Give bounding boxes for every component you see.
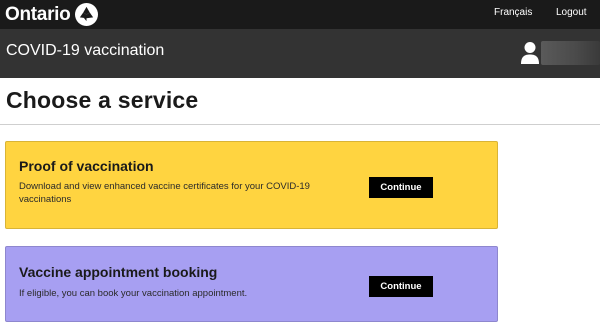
- brand-name: Ontario: [5, 3, 71, 25]
- app-header: COVID-19 vaccination: [0, 29, 600, 78]
- proof-of-vaccination-continue-button[interactable]: Continue: [369, 177, 433, 198]
- top-bar: Ontario Français Logout: [0, 0, 600, 29]
- logout-link[interactable]: Logout: [556, 7, 587, 18]
- user-icon[interactable]: [520, 41, 540, 65]
- language-toggle-link[interactable]: Français: [494, 7, 532, 18]
- appointment-booking-continue-button[interactable]: Continue: [369, 276, 433, 297]
- ontario-logo[interactable]: Ontario: [5, 2, 99, 27]
- service-card-title: Vaccine appointment booking: [19, 264, 218, 280]
- service-card-appointment-booking: Vaccine appointment booking If eligible,…: [5, 246, 498, 322]
- page-title: Choose a service: [6, 87, 199, 113]
- service-card-title: Proof of vaccination: [19, 158, 154, 174]
- service-card-proof-of-vaccination: Proof of vaccination Download and view e…: [5, 141, 498, 229]
- app-title: COVID-19 vaccination: [6, 42, 165, 59]
- service-card-description: If eligible, you can book your vaccinati…: [19, 288, 248, 299]
- user-name-redacted: [541, 41, 600, 65]
- service-card-description: Download and view enhanced vaccine certi…: [19, 181, 310, 205]
- title-divider: [0, 124, 600, 125]
- ontario-trillium-icon: [75, 3, 99, 26]
